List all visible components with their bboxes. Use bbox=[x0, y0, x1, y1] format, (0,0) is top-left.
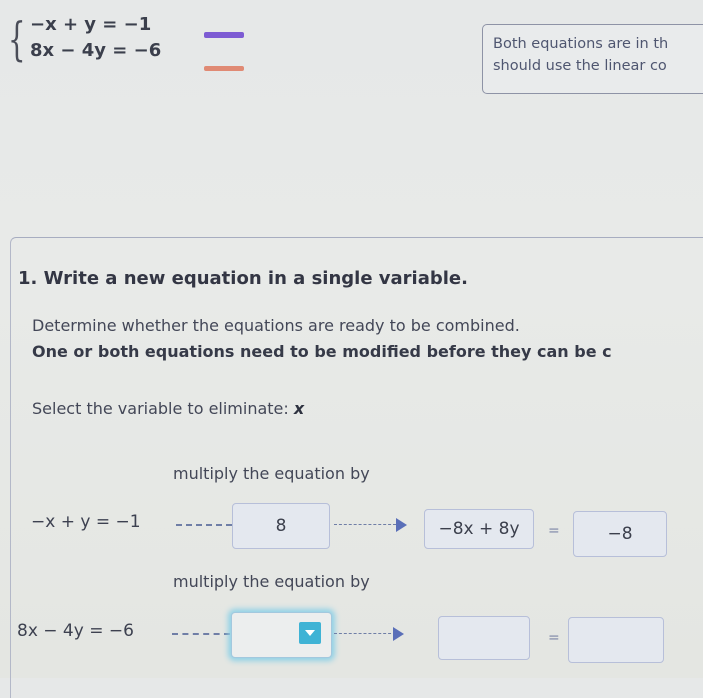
row-1-result-right: −8 bbox=[573, 511, 667, 557]
system-equation-2: 8x − 4y = −6 bbox=[30, 40, 162, 61]
step-status: One or both equations need to be modifie… bbox=[32, 342, 612, 361]
multiply-label-1: multiply the equation by bbox=[173, 464, 370, 483]
hint-line-2: should use the linear co bbox=[493, 58, 667, 74]
select-variable-label: Select the variable to eliminate: bbox=[32, 399, 289, 418]
row-2-connector bbox=[172, 633, 230, 635]
multiply-label-2: multiply the equation by bbox=[173, 572, 370, 591]
arrow-right-icon bbox=[396, 518, 407, 532]
row-1-multiplier-input[interactable]: 8 bbox=[232, 503, 330, 549]
row-1-arrow-line bbox=[334, 524, 396, 525]
equation-2-color-key bbox=[204, 66, 244, 71]
row-1-equation: −x + y = −1 bbox=[31, 512, 141, 532]
hint-line-1: Both equations are in th bbox=[493, 36, 669, 52]
row-2-multiplier-dropdown[interactable] bbox=[231, 612, 332, 658]
system-equation-1: −x + y = −1 bbox=[30, 14, 152, 35]
hint-box: Both equations are in th should use the … bbox=[482, 24, 703, 94]
row-2-result-left[interactable] bbox=[438, 616, 530, 660]
row-1-equals: = bbox=[548, 523, 560, 539]
row-2-equation: 8x − 4y = −6 bbox=[17, 621, 134, 641]
row-1-connector bbox=[176, 524, 232, 526]
selected-variable[interactable]: x bbox=[294, 399, 304, 418]
brace-icon: { bbox=[8, 12, 26, 66]
equation-system: { −x + y = −1 8x − 4y = −6 bbox=[8, 12, 288, 82]
chevron-down-icon[interactable] bbox=[299, 622, 321, 644]
row-2-arrow-line bbox=[334, 633, 396, 634]
step-title: 1. Write a new equation in a single vari… bbox=[18, 268, 468, 289]
equation-1-color-key bbox=[204, 32, 244, 38]
row-1-result-left: −8x + 8y bbox=[424, 509, 534, 549]
arrow-right-icon bbox=[393, 627, 404, 641]
row-2-result-right[interactable] bbox=[568, 617, 664, 663]
step-instruction: Determine whether the equations are read… bbox=[32, 316, 520, 335]
row-2-equals: = bbox=[548, 630, 560, 646]
select-variable-row: Select the variable to eliminate: x bbox=[32, 399, 304, 418]
